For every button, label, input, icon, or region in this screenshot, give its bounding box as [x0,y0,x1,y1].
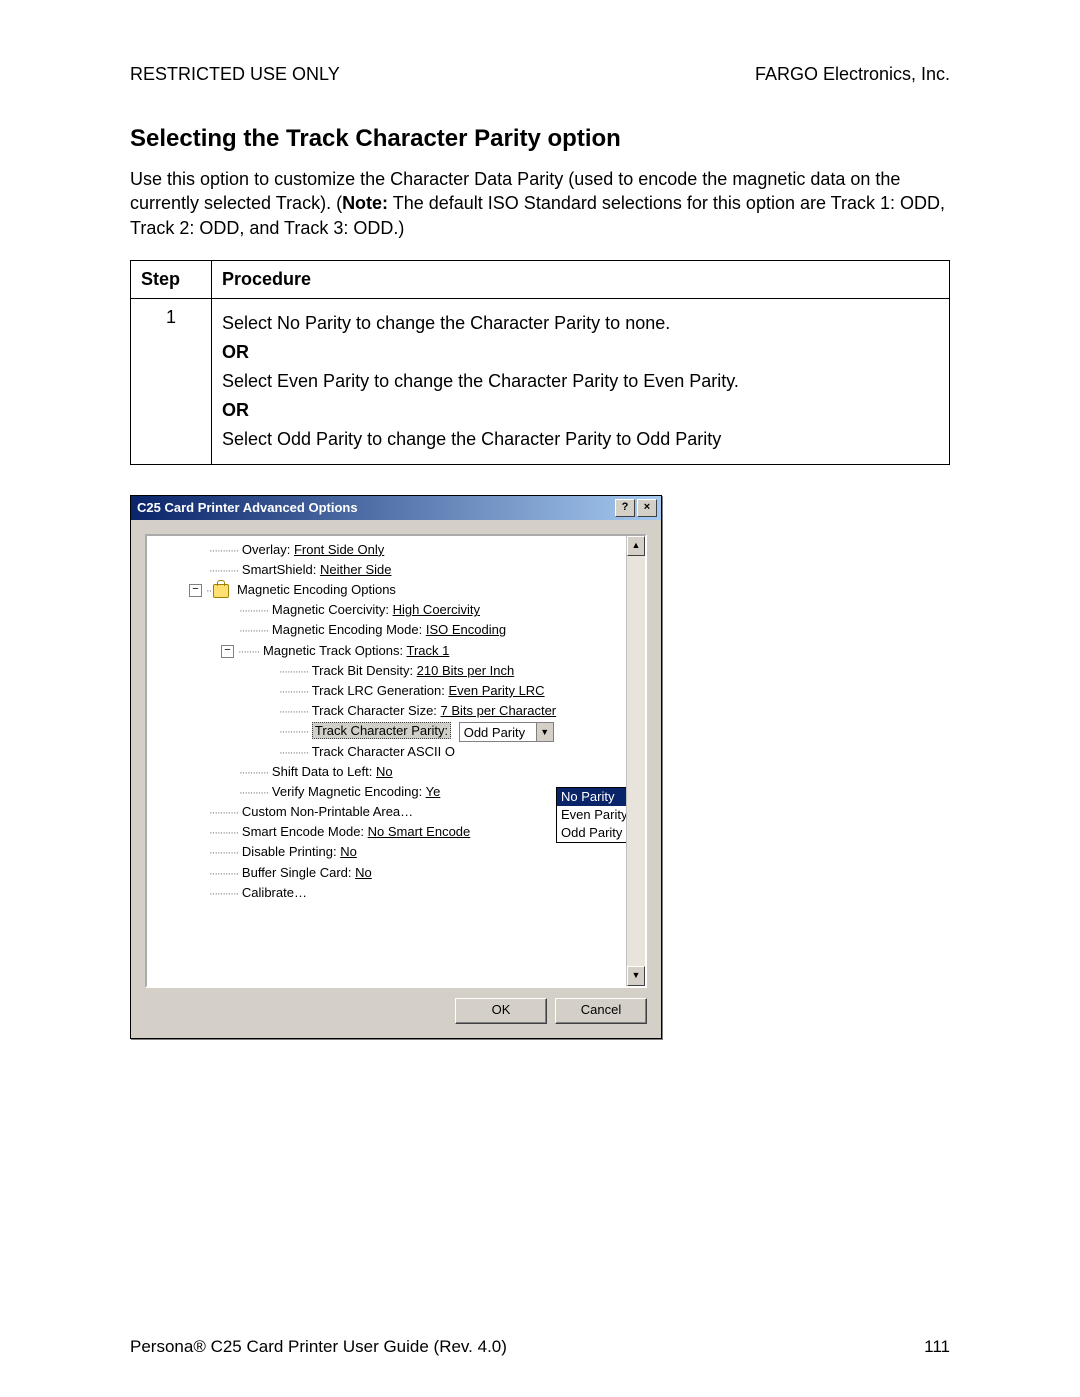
tree-item-buffer[interactable]: ··········· Buffer Single Card: No [149,863,624,883]
header-left: RESTRICTED USE ONLY [130,64,340,85]
tree-item-lrc[interactable]: ··········· Track LRC Generation: Even P… [149,681,624,701]
tree-item-smartshield[interactable]: ··········· SmartShield: Neither Side [149,560,624,580]
advanced-options-dialog: C25 Card Printer Advanced Options ? × ··… [130,495,662,1039]
tree-item-char-size[interactable]: ··········· Track Character Size: 7 Bits… [149,701,624,721]
step-number: 1 [131,298,212,464]
collapse-icon[interactable]: − [189,584,202,597]
proc-or-2: OR [222,400,939,421]
scroll-up-button[interactable]: ▲ [627,536,645,556]
dialog-title: C25 Card Printer Advanced Options [137,500,358,515]
intro-paragraph: Use this option to customize the Charact… [130,167,950,240]
ok-button[interactable]: OK [455,998,547,1024]
char-parity-combo[interactable]: Odd Parity▼ [459,722,554,742]
tree-item-disable-printing[interactable]: ··········· Disable Printing: No [149,842,624,862]
tree-item-custom-area[interactable]: ··········· Custom Non-Printable Area… [149,802,624,822]
tree-item-overlay[interactable]: ··········· Overlay: Front Side Only [149,540,624,560]
dropdown-opt-no-parity[interactable]: No Parity [557,788,626,806]
proc-or-1: OR [222,342,939,363]
dropdown-opt-odd-parity[interactable]: Odd Parity [557,824,626,842]
tree-item-shift-data[interactable]: ··········· Shift Data to Left: No [149,762,624,782]
tree-item-char-parity[interactable]: ··········· Track Character Parity: Odd … [149,721,624,742]
proc-line-1: Select No Parity to change the Character… [222,313,939,334]
proc-line-3: Select Odd Parity to change the Characte… [222,429,939,450]
tree-item-bit-density[interactable]: ··········· Track Bit Density: 210 Bits … [149,661,624,681]
tree-item-track-options[interactable]: −········ Magnetic Track Options: Track … [149,641,624,661]
page-number: 111 [924,1337,950,1357]
tree-item-ascii-offset[interactable]: ··········· Track Character ASCII O [149,742,624,762]
col-procedure: Procedure [212,260,950,298]
tree-item-smart-encode[interactable]: ··········· Smart Encode Mode: No Smart … [149,822,624,842]
chevron-down-icon[interactable]: ▼ [536,723,553,741]
header-right: FARGO Electronics, Inc. [755,64,950,85]
close-button[interactable]: × [637,499,657,517]
intro-note-label: Note: [342,193,388,213]
procedure-table: Step Procedure 1 Select No Parity to cha… [130,260,950,465]
scroll-down-button[interactable]: ▼ [627,966,645,986]
footer-left: Persona® C25 Card Printer User Guide (Re… [130,1337,507,1357]
dialog-titlebar[interactable]: C25 Card Printer Advanced Options ? × [131,496,661,520]
col-step: Step [131,260,212,298]
collapse-icon[interactable]: − [221,645,234,658]
procedure-cell: Select No Parity to change the Character… [212,298,950,464]
selected-label: Track Character Parity: [312,722,451,739]
tree-item-verify[interactable]: ··········· Verify Magnetic Encoding: Ye [149,782,624,802]
scrollbar[interactable]: ▲ ▼ [626,536,645,986]
proc-line-2: Select Even Parity to change the Charact… [222,371,939,392]
cancel-button[interactable]: Cancel [555,998,647,1024]
help-button[interactable]: ? [615,499,635,517]
tree-item-encoding-mode[interactable]: ··········· Magnetic Encoding Mode: ISO … [149,620,624,640]
tree-view[interactable]: ··········· Overlay: Front Side Only ···… [145,534,647,988]
lock-icon [213,584,229,598]
dropdown-opt-even-parity[interactable]: Even Parity [557,806,626,824]
tree-item-calibrate[interactable]: ··········· Calibrate… [149,883,624,903]
tree-item-magnetic-encoding[interactable]: −·· Magnetic Encoding Options [149,580,624,600]
page-title: Selecting the Track Character Parity opt… [130,125,950,153]
tree-item-coercivity[interactable]: ··········· Magnetic Coercivity: High Co… [149,600,624,620]
char-parity-dropdown[interactable]: No Parity Even Parity Odd Parity [556,787,626,843]
